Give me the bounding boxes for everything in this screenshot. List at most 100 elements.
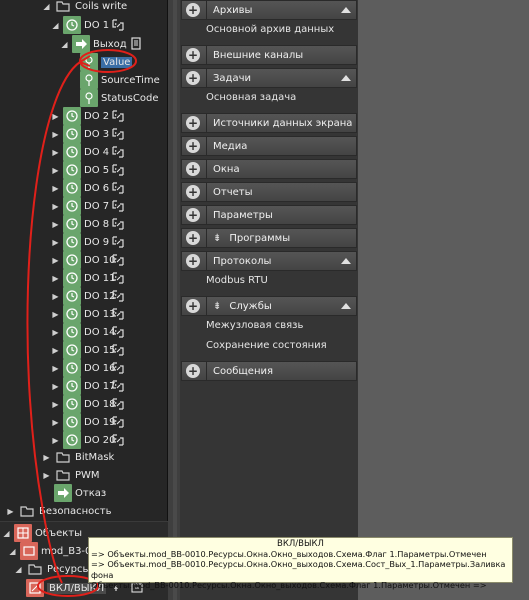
link-icon[interactable] — [111, 127, 125, 141]
tree-node-do[interactable]: ▶ DO 14 — [51, 323, 115, 341]
expand-arrow-icon[interactable]: ▶ — [51, 310, 60, 319]
add-icon[interactable]: + — [186, 162, 200, 176]
accordion-header[interactable]: + Архивы — [181, 0, 357, 20]
collapse-arrow-icon[interactable]: ◢ — [51, 21, 60, 30]
expand-arrow-icon[interactable]: ▶ — [51, 112, 60, 121]
link-icon[interactable] — [111, 235, 125, 249]
tree-node-do[interactable]: ▶ DO 5 — [51, 161, 109, 179]
link-icon[interactable] — [111, 109, 125, 123]
expand-arrow-icon[interactable]: ▶ — [51, 400, 60, 409]
sort-icon[interactable]: ⇟ — [213, 301, 221, 312]
tree-node-vyhod[interactable]: ◢ Выход — [60, 35, 127, 53]
accordion-header[interactable]: + Сообщения — [181, 361, 357, 381]
expand-arrow-icon[interactable]: ▶ — [51, 166, 60, 175]
link-icon[interactable] — [111, 217, 125, 231]
expand-arrow-icon[interactable]: ▶ — [42, 471, 51, 480]
tree-node-do[interactable]: ▶ DO 20 — [51, 431, 115, 449]
tree-node-sourcetime[interactable]: SourceTime — [80, 71, 160, 89]
tree-node-do[interactable]: ▶ DO 12 — [51, 287, 115, 305]
add-icon[interactable]: + — [186, 231, 200, 245]
expand-arrow-icon[interactable]: ▶ — [51, 436, 60, 445]
tree-node-bezopasnost[interactable]: ▶ Безопасность — [6, 502, 112, 520]
collapse-arrow-icon[interactable] — [341, 303, 351, 309]
splitter-handle[interactable] — [173, 0, 177, 600]
add-icon[interactable]: + — [186, 254, 200, 268]
tree-node-value[interactable]: Value — [80, 53, 133, 71]
link-icon[interactable] — [111, 289, 125, 303]
expand-arrow-icon[interactable]: ▶ — [51, 364, 60, 373]
collapse-arrow-icon[interactable]: ◢ — [8, 547, 17, 556]
tree-node-mod[interactable]: ◢ mod_B3-00 — [8, 542, 98, 560]
accordion-header[interactable]: + Внешние каналы — [181, 45, 357, 65]
collapse-arrow-icon[interactable]: ◢ — [42, 2, 51, 11]
tree-node-do[interactable]: ▶ DO 6 — [51, 179, 109, 197]
sort-icon[interactable]: ⇟ — [213, 233, 221, 244]
tree-node-do[interactable]: ▶ DO 2 — [51, 107, 109, 125]
link-icon[interactable] — [111, 145, 125, 159]
tree-node-otkaz[interactable]: Отказ — [54, 484, 106, 502]
expand-arrow-icon[interactable]: ▶ — [51, 184, 60, 193]
accordion-item[interactable]: Основной архив данных — [206, 24, 334, 35]
tree-node-statuscode[interactable]: StatusCode — [80, 89, 158, 107]
accordion-header[interactable]: + Протоколы — [181, 251, 357, 271]
accordion-header[interactable]: + Параметры — [181, 205, 357, 225]
collapse-arrow-icon[interactable]: ◢ — [14, 565, 23, 574]
add-icon[interactable]: + — [186, 48, 200, 62]
expand-arrow-icon[interactable]: ▶ — [51, 292, 60, 301]
tree-node-do[interactable]: ▶ DO 16 — [51, 359, 115, 377]
tree-node-do[interactable]: ▶ DO 15 — [51, 341, 115, 359]
link-icon[interactable] — [111, 343, 125, 357]
tree-node-objects[interactable]: ◢ Объекты — [2, 524, 82, 542]
accordion-header[interactable]: + Медиа — [181, 136, 357, 156]
expand-arrow-icon[interactable]: ▶ — [51, 256, 60, 265]
expand-arrow-icon[interactable]: ▶ — [51, 130, 60, 139]
accordion-item[interactable]: Modbus RTU — [206, 275, 268, 286]
link-icon[interactable] — [111, 379, 125, 393]
accordion-header[interactable]: + Отчеты — [181, 182, 357, 202]
expand-arrow-icon[interactable]: ▶ — [6, 507, 15, 516]
link-icon[interactable] — [111, 361, 125, 375]
document-icon[interactable] — [129, 37, 143, 51]
collapse-arrow-icon[interactable] — [341, 7, 351, 13]
expand-arrow-icon[interactable]: ▶ — [42, 453, 51, 462]
link-icon[interactable] — [111, 199, 125, 213]
add-icon[interactable]: + — [186, 185, 200, 199]
tree-node-do[interactable]: ▶ DO 9 — [51, 233, 109, 251]
expand-arrow-icon[interactable]: ▶ — [51, 382, 60, 391]
link-icon[interactable] — [111, 397, 125, 411]
accordion-header[interactable]: + Задачи — [181, 68, 357, 88]
add-icon[interactable]: + — [186, 299, 200, 313]
tree-node-do1[interactable]: ◢ DO 1 — [51, 16, 109, 34]
link-icon[interactable] — [111, 181, 125, 195]
tree-node-bitmask[interactable]: ▶ BitMask — [42, 448, 114, 466]
accordion-item[interactable]: Сохранение состояния — [206, 340, 327, 351]
expand-arrow-icon[interactable]: ▶ — [51, 418, 60, 427]
link-icon[interactable] — [111, 307, 125, 321]
accordion-header[interactable]: + Окна — [181, 159, 357, 179]
tree-node-resources[interactable]: ◢ Ресурсы — [14, 560, 90, 578]
tree-node-pwm[interactable]: ▶ PWM — [42, 466, 100, 484]
tree-node-do[interactable]: ▶ DO 7 — [51, 197, 109, 215]
tree-node-do[interactable]: ▶ DO 18 — [51, 395, 115, 413]
expand-arrow-icon[interactable]: ▶ — [51, 148, 60, 157]
add-icon[interactable]: + — [186, 71, 200, 85]
link-icon[interactable] — [111, 18, 125, 32]
collapse-arrow-icon[interactable] — [341, 75, 351, 81]
accordion-item[interactable]: Межузловая связь — [206, 320, 303, 331]
tree-node-do[interactable]: ▶ DO 4 — [51, 143, 109, 161]
link-icon[interactable] — [111, 271, 125, 285]
link-icon[interactable] — [111, 415, 125, 429]
collapse-arrow-icon[interactable]: ◢ — [2, 529, 11, 538]
tree-node-do[interactable]: ▶ DO 10 — [51, 251, 115, 269]
tree-node-do[interactable]: ▶ DO 8 — [51, 215, 109, 233]
link-icon[interactable] — [111, 325, 125, 339]
tree-node-do[interactable]: ▶ DO 19 — [51, 413, 115, 431]
expand-arrow-icon[interactable]: ▶ — [51, 346, 60, 355]
tree-node-do[interactable]: ▶ DO 13 — [51, 305, 115, 323]
expand-arrow-icon[interactable]: ▶ — [51, 220, 60, 229]
add-icon[interactable]: + — [186, 139, 200, 153]
tree-node-do[interactable]: ▶ DO 3 — [51, 125, 109, 143]
expand-arrow-icon[interactable]: ▶ — [51, 328, 60, 337]
collapse-arrow-icon[interactable] — [341, 258, 351, 264]
add-icon[interactable]: + — [186, 3, 200, 17]
